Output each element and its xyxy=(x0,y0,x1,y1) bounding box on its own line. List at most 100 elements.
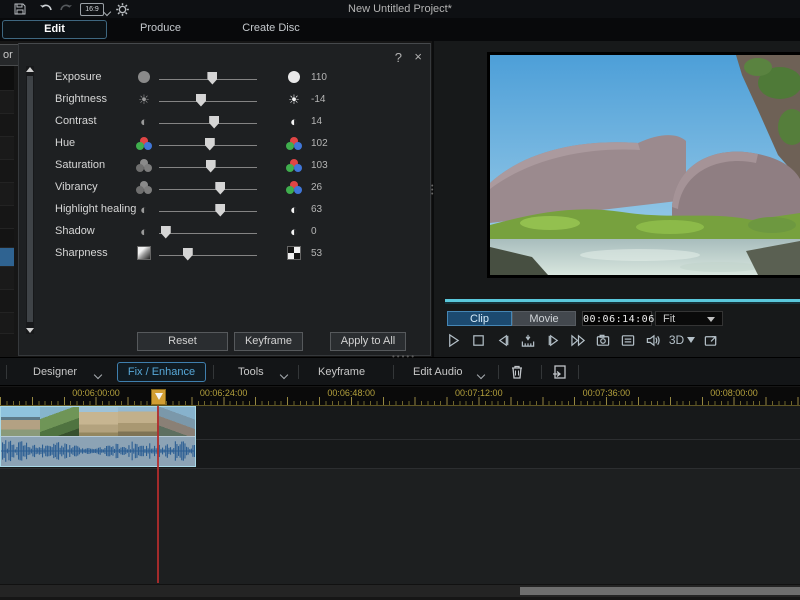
slider-track[interactable] xyxy=(159,255,257,256)
3d-mode-button[interactable]: 3D xyxy=(669,331,695,349)
adjustment-min-icon: ☀ xyxy=(131,93,157,106)
clip-thumbnail xyxy=(40,407,79,436)
adjustment-max-icon xyxy=(281,137,307,150)
library-list-item[interactable] xyxy=(0,91,14,114)
designer-button[interactable]: Designer xyxy=(33,366,77,378)
library-list-item[interactable] xyxy=(0,183,14,206)
next-frame-button[interactable] xyxy=(544,331,562,349)
toolbar-divider xyxy=(298,365,299,379)
mode-tabs: Edit Produce Create Disc xyxy=(0,18,800,42)
snapshot-button[interactable] xyxy=(594,331,612,349)
slider-hue[interactable] xyxy=(159,137,257,150)
tab-create-disc[interactable]: Create Disc xyxy=(222,20,320,37)
slider-contrast[interactable] xyxy=(159,115,257,128)
library-list-item[interactable] xyxy=(0,313,14,334)
edit-audio-button[interactable]: Edit Audio xyxy=(413,366,463,378)
slider-track[interactable] xyxy=(159,211,257,212)
slider-brightness[interactable] xyxy=(159,93,257,106)
previous-frame-button[interactable] xyxy=(494,331,512,349)
library-list-item[interactable] xyxy=(0,290,14,313)
clip-mode-button[interactable]: Clip xyxy=(447,311,512,326)
zoom-fit-dropdown[interactable]: Fit xyxy=(655,311,723,326)
library-list-item[interactable] xyxy=(0,206,14,229)
close-icon[interactable]: × xyxy=(414,49,422,64)
help-icon[interactable]: ? xyxy=(395,50,402,65)
slider-track[interactable] xyxy=(159,101,257,102)
slider-saturation[interactable] xyxy=(159,159,257,172)
playhead-line[interactable] xyxy=(157,406,159,583)
slider-shadow[interactable] xyxy=(159,225,257,238)
adjustment-max-icon: ◐ xyxy=(281,225,307,238)
keyframe-button[interactable]: Keyframe xyxy=(318,366,365,378)
slider-highlight-healing[interactable] xyxy=(159,203,257,216)
library-list-item[interactable] xyxy=(0,229,14,248)
adjustment-value: 110 xyxy=(311,72,345,83)
slider-handle[interactable] xyxy=(205,138,215,151)
library-list-item[interactable] xyxy=(0,137,14,160)
video-frame-image xyxy=(490,55,800,275)
timeline-ruler[interactable]: 00:06:00:0000:06:24:0000:06:48:0000:07:1… xyxy=(0,387,800,406)
timeline-horizontal-scrollbar[interactable] xyxy=(0,584,800,597)
toolbar-divider xyxy=(393,365,394,379)
slider-track[interactable] xyxy=(159,123,257,124)
scroll-down-icon[interactable] xyxy=(26,328,34,333)
slider-vibrancy[interactable] xyxy=(159,181,257,194)
trio-color-icon xyxy=(136,137,152,150)
apply-to-all-button[interactable]: Apply to All xyxy=(330,332,406,351)
panel-resize-grip-icon[interactable]: ••••• xyxy=(392,352,416,361)
details-button[interactable] xyxy=(619,331,637,349)
movie-mode-button[interactable]: Movie xyxy=(512,311,576,326)
trash-icon[interactable] xyxy=(510,364,524,383)
adjustment-row-sharpness: Sharpness53 xyxy=(19,242,432,264)
slider-exposure[interactable] xyxy=(159,71,257,84)
adjustment-row-contrast: Contrast◐◐14 xyxy=(19,110,432,132)
trio-icon xyxy=(286,181,302,194)
tab-edit[interactable]: Edit xyxy=(2,20,107,39)
library-list-item[interactable] xyxy=(0,160,14,183)
play-button[interactable] xyxy=(444,331,462,349)
slider-handle[interactable] xyxy=(161,226,171,239)
slider-handle[interactable] xyxy=(215,182,225,195)
ruler-timestamp: 00:06:00:00 xyxy=(72,388,120,398)
undock-preview-button[interactable] xyxy=(702,331,720,349)
stop-button[interactable] xyxy=(469,331,487,349)
slider-handle[interactable] xyxy=(206,160,216,173)
playhead-marker[interactable] xyxy=(151,389,166,405)
timecode-display[interactable]: 00:06:14:06 xyxy=(582,311,652,326)
slider-handle[interactable] xyxy=(207,72,217,85)
library-list-item[interactable] xyxy=(0,114,14,137)
tab-produce[interactable]: Produce xyxy=(113,20,208,37)
designer-dropdown-icon[interactable] xyxy=(95,369,101,381)
library-list-item[interactable] xyxy=(0,66,14,91)
playhead-triangle-icon xyxy=(155,393,163,400)
volume-button[interactable] xyxy=(644,331,662,349)
trio-icon xyxy=(136,159,152,172)
cross-fade-icon[interactable] xyxy=(551,364,567,383)
slider-handle[interactable] xyxy=(215,204,225,217)
slider-handle[interactable] xyxy=(196,94,206,107)
edit-audio-dropdown-icon[interactable] xyxy=(478,369,484,381)
reset-button[interactable]: Reset xyxy=(137,332,228,351)
slider-track[interactable] xyxy=(159,233,257,234)
scrollbar-thumb[interactable] xyxy=(520,587,800,595)
tools-dropdown-icon[interactable] xyxy=(281,369,287,381)
keyframe-button[interactable]: Keyframe xyxy=(234,332,303,351)
library-list-item[interactable] xyxy=(0,267,14,290)
video-preview[interactable] xyxy=(487,52,800,278)
adjustment-min-icon xyxy=(131,181,157,194)
slider-track[interactable] xyxy=(159,189,257,190)
slider-handle[interactable] xyxy=(183,248,193,261)
timeline-clip[interactable] xyxy=(0,406,196,467)
clip-thumbnail xyxy=(1,407,40,436)
step-preview-button[interactable] xyxy=(519,331,537,349)
fast-forward-button[interactable] xyxy=(569,331,587,349)
slider-sharpness[interactable] xyxy=(159,247,257,260)
adjustment-min-icon: ◐ xyxy=(131,203,157,216)
slider-handle[interactable] xyxy=(209,116,219,129)
fix-enhance-button[interactable]: Fix / Enhance xyxy=(117,362,206,382)
contrast-icon: ◐ xyxy=(140,203,148,216)
tools-button[interactable]: Tools xyxy=(238,366,264,378)
library-list-item[interactable] xyxy=(0,248,14,267)
contrast-icon: ◐ xyxy=(290,203,298,216)
contrast-icon: ◐ xyxy=(290,225,298,238)
